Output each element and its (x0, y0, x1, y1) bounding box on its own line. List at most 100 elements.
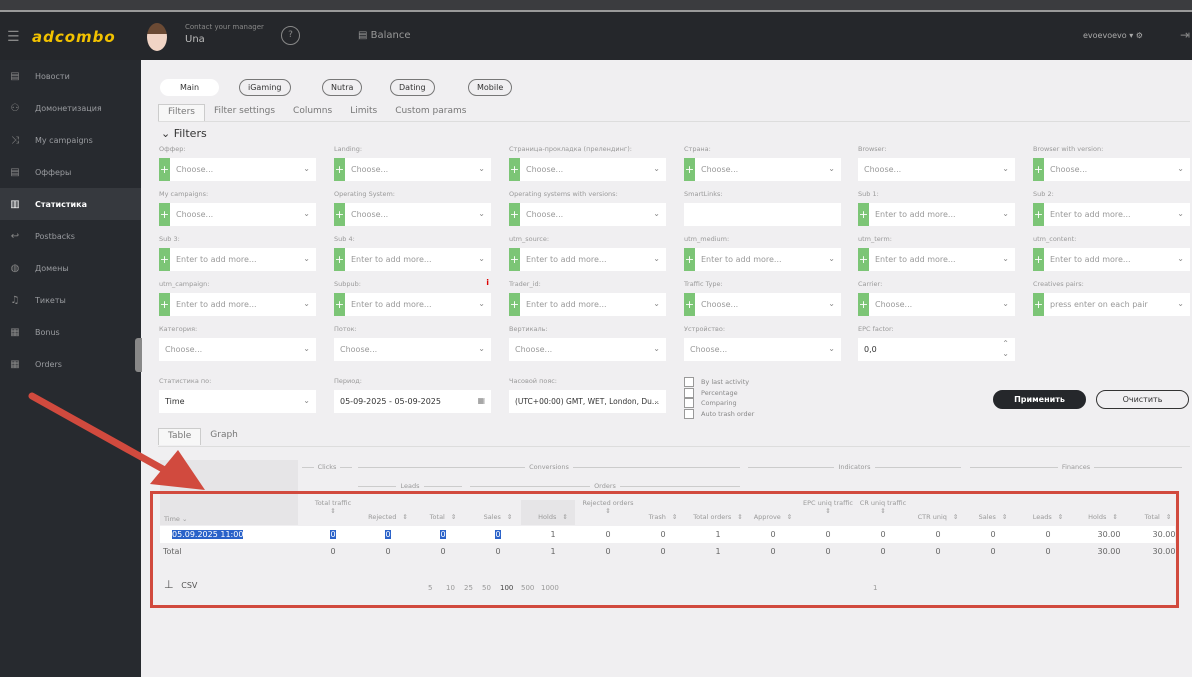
filter-input[interactable]: + Choose... ⌄ (509, 203, 666, 226)
sidebar-item-1[interactable]: ⚇ Домонетизация (0, 92, 141, 124)
plus-icon[interactable]: + (509, 293, 520, 316)
vertical-tab-3[interactable]: Dating (390, 79, 435, 96)
sidebar-collapse-handle[interactable] (135, 338, 142, 372)
filter-input[interactable]: + press enter on each pair ⌄ (1033, 293, 1190, 316)
filter-input[interactable]: + Enter to add more... ⌄ (684, 248, 841, 271)
sidebar-item-6[interactable]: ◍ Домены (0, 252, 141, 284)
filter-input[interactable]: Choose... ⌄ (858, 158, 1015, 181)
plus-icon[interactable]: + (1033, 248, 1044, 271)
clear-button[interactable]: Очистить (1096, 390, 1189, 409)
filter-input[interactable]: Choose... ⌄ (159, 338, 316, 361)
tab-0[interactable]: Filters (158, 104, 205, 121)
period-input[interactable]: 05-09-2025 - 05-09-2025 ▦ (334, 390, 491, 413)
timezone-select[interactable]: (UTC+00:00) GMT, WET, London, Du... ⌄ (509, 390, 666, 413)
vertical-tab-1[interactable]: iGaming (239, 79, 291, 96)
checkbox-label: By last activity (701, 378, 750, 386)
filter-input[interactable]: + Choose... ⌄ (159, 203, 316, 226)
tab-2[interactable]: Columns (284, 104, 341, 121)
filter-input[interactable]: + Enter to add more... ⌄ (334, 293, 491, 316)
filters-section-toggle[interactable]: ⌄ Filters (161, 127, 207, 140)
filter-placeholder: Enter to add more... (701, 255, 782, 264)
plus-icon[interactable]: + (858, 293, 869, 316)
filter-label: Browser: (858, 145, 887, 153)
filter-input[interactable]: Choose... ⌄ (684, 338, 841, 361)
tab-3[interactable]: Limits (341, 104, 386, 121)
checkbox-box[interactable] (684, 377, 694, 387)
tab-1[interactable]: Filter settings (205, 104, 284, 121)
user-menu[interactable]: evoevoevo ▾ ⚙ (1083, 31, 1143, 40)
sidebar-item-0[interactable]: ▤ Новости (0, 60, 141, 92)
filter-input[interactable]: + Enter to add more... ⌄ (334, 248, 491, 271)
filter-input[interactable]: + Enter to add more... ⌄ (858, 203, 1015, 226)
balance-button[interactable]: ▤ Balance (358, 30, 411, 41)
checkbox-2[interactable]: Comparing (684, 398, 737, 408)
vertical-tab-0[interactable]: Main (160, 79, 219, 96)
filter-input[interactable]: + Enter to add more... ⌄ (159, 248, 316, 271)
sidebar-item-4[interactable]: ▥ Статистика (0, 188, 141, 220)
help-icon[interactable]: ? (281, 26, 300, 45)
filter-field: Subpub: + Enter to add more... ⌄ i (334, 278, 491, 316)
filter-input[interactable]: Choose... ⌄ (334, 338, 491, 361)
checkbox-1[interactable]: Percentage (684, 387, 738, 398)
checkbox-3[interactable]: Auto trash order (684, 408, 754, 419)
plus-icon[interactable]: + (1033, 203, 1044, 226)
filter-input[interactable]: + Choose... ⌄ (858, 293, 1015, 316)
filter-input[interactable]: + Enter to add more... ⌄ (509, 293, 666, 316)
sidebar-item-9[interactable]: ▦ Orders (0, 348, 141, 380)
plus-icon[interactable]: + (684, 158, 695, 181)
filter-input[interactable]: + Choose... ⌄ (1033, 158, 1190, 181)
checkbox-0[interactable]: By last activity (684, 377, 749, 387)
calendar-icon[interactable]: ▦ (477, 396, 485, 405)
tab-4[interactable]: Custom params (386, 104, 475, 121)
filter-input[interactable]: + Enter to add more... ⌄ (858, 248, 1015, 271)
logout-icon[interactable]: ⇥ (1180, 28, 1190, 42)
manager-name[interactable]: Una (185, 34, 205, 45)
plus-icon[interactable]: + (858, 203, 869, 226)
plus-icon[interactable]: + (684, 248, 695, 271)
sidebar-item-8[interactable]: ▦ Bonus (0, 316, 141, 348)
plus-icon[interactable]: + (334, 203, 345, 226)
plus-icon[interactable]: + (159, 158, 170, 181)
filter-input[interactable]: + Enter to add more... ⌄ (1033, 248, 1190, 271)
checkbox-box[interactable] (684, 387, 694, 398)
filter-input[interactable]: + Enter to add more... ⌄ (1033, 203, 1190, 226)
filter-input[interactable] (684, 203, 841, 226)
plus-icon[interactable]: + (334, 248, 345, 271)
plus-icon[interactable]: + (858, 248, 869, 271)
plus-icon[interactable]: + (509, 248, 520, 271)
plus-icon[interactable]: + (509, 158, 520, 181)
sidebar-item-5[interactable]: ↩ Postbacks (0, 220, 141, 252)
plus-icon[interactable]: + (684, 293, 695, 316)
sidebar-item-2[interactable]: ⤨ My campaigns (0, 124, 141, 156)
filter-input[interactable]: Choose... ⌄ (509, 338, 666, 361)
filter-input[interactable]: 0,0 ⌃ ⌄ (858, 338, 1015, 361)
plus-icon[interactable]: + (509, 203, 520, 226)
hamburger-menu-icon[interactable]: ☰ (7, 29, 20, 45)
info-icon[interactable]: i (486, 278, 489, 287)
filter-input[interactable]: + Enter to add more... ⌄ (159, 293, 316, 316)
checkbox-box[interactable] (684, 398, 694, 408)
plus-icon[interactable]: + (159, 248, 170, 271)
vertical-tab-2[interactable]: Nutra (322, 79, 363, 96)
plus-icon[interactable]: + (334, 158, 345, 181)
plus-icon[interactable]: + (1033, 293, 1044, 316)
filter-input[interactable]: + Choose... ⌄ (334, 203, 491, 226)
apply-button[interactable]: Применить (993, 390, 1086, 409)
vertical-tab-4[interactable]: Mobile (468, 79, 513, 96)
sidebar-item-3[interactable]: ▤ Офферы (0, 156, 141, 188)
filter-input[interactable]: + Choose... ⌄ (334, 158, 491, 181)
filter-field: utm_campaign: + Enter to add more... ⌄ (159, 280, 316, 316)
filter-input[interactable]: + Choose... ⌄ (684, 293, 841, 316)
sidebar-item-7[interactable]: ♫ Тикеты (0, 284, 141, 316)
checkbox-box[interactable] (684, 408, 694, 419)
plus-icon[interactable]: + (159, 293, 170, 316)
filter-input[interactable]: + Choose... ⌄ (684, 158, 841, 181)
filter-input[interactable]: + Choose... ⌄ (159, 158, 316, 181)
filter-input[interactable]: + Enter to add more... ⌄ (509, 248, 666, 271)
logo[interactable]: adcombo (32, 28, 116, 46)
stepper-arrows-icon[interactable]: ⌃ ⌄ (1002, 339, 1009, 359)
plus-icon[interactable]: + (334, 293, 345, 316)
filter-input[interactable]: + Choose... ⌄ (509, 158, 666, 181)
plus-icon[interactable]: + (1033, 158, 1044, 181)
plus-icon[interactable]: + (159, 203, 170, 226)
